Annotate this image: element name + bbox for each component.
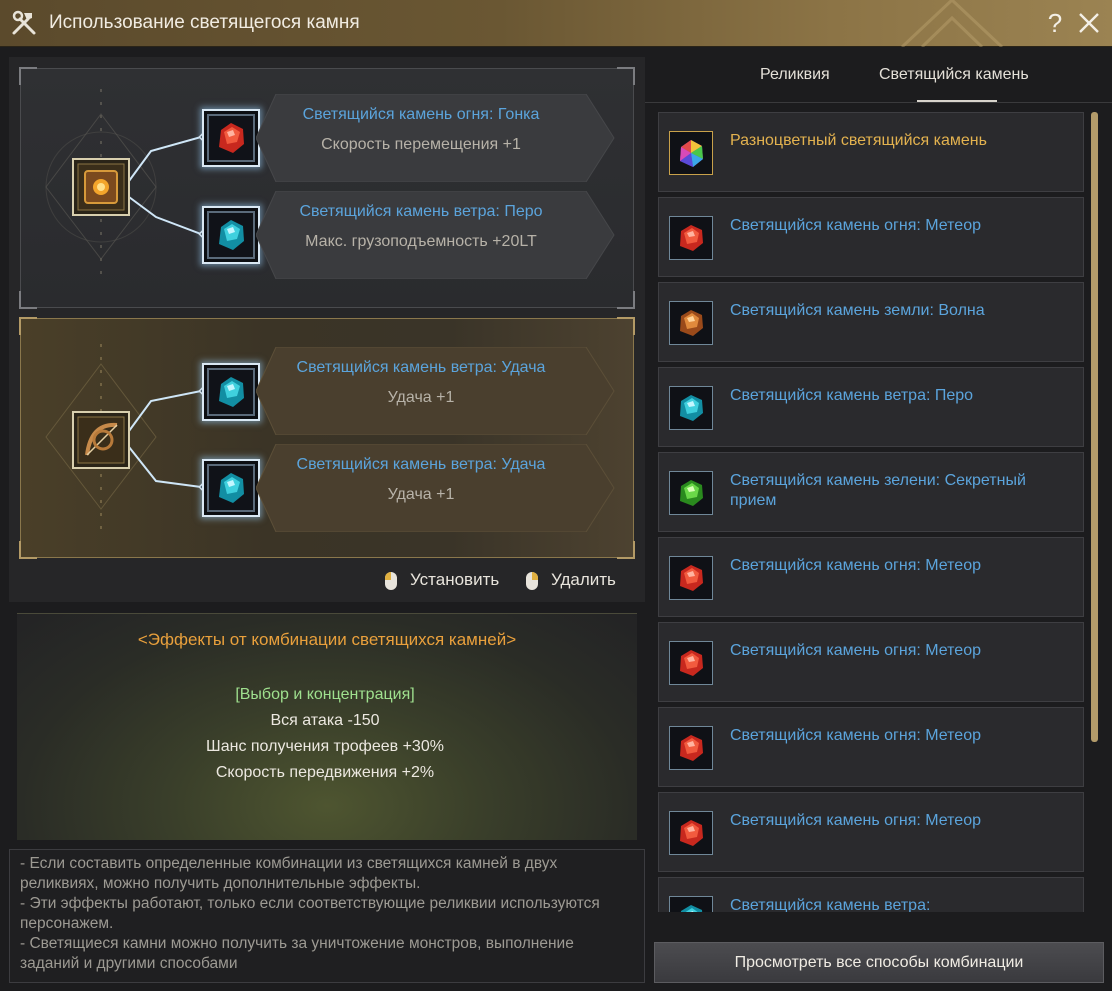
inventory-item[interactable]: Светящийся камень огня: Метеор [658,707,1084,787]
combo-name: [Выбор и концентрация] [235,686,415,703]
slot-gem-name: Светящийся камень ветра: Удача [296,359,546,376]
fire-gem-icon [680,820,703,846]
gem-icon-frame [669,471,713,515]
active-tab-indicator [917,100,997,102]
slot-gem-effect: Удача +1 [387,486,455,503]
inventory-item[interactable]: Разноцветный светящийся камень [658,112,1084,192]
gem-icon-frame [669,896,713,912]
golden-book-relic-icon [72,158,130,216]
slot-gem-effect: Макс. грузоподъемность +20LT [305,233,537,250]
relic-card-1: Светящийся камень огня: Гонка Скорость п… [19,67,635,309]
rainbow-gem-icon [680,140,703,167]
slot-info-2-2: Светящийся камень ветра: Удача Удача +1 [256,444,616,532]
install-action[interactable]: Установить [384,569,499,591]
gem-icon-frame [669,216,713,260]
green-gem-icon [680,480,703,506]
install-label: Установить [410,570,500,589]
inventory-item-name: Светящийся камень огня: Метеор [730,642,981,659]
close-icon[interactable] [1075,8,1103,38]
relic-connector-lines [45,344,212,534]
inventory-item[interactable]: Светящийся камень огня: Метеор [658,537,1084,617]
mouse-right-click-icon [526,571,538,590]
inventory-item-name: Светящийся камень огня: Метеор [730,557,981,574]
slot-info-2-1: Светящийся камень ветра: Удача Удача +1 [256,347,616,435]
inventory-item-name: Светящийся камень ветра: [730,897,931,912]
slot-info-1-1: Светящийся камень огня: Гонка Скорость п… [256,94,616,182]
view-all-combinations-button[interactable]: Просмотреть все способы комбинации [654,942,1104,983]
inventory-item-name: Разноцветный светящийся камень [730,132,987,149]
wind-gem-icon [219,473,244,503]
inventory-item-name: Светящийся камень огня: Метеор [730,812,981,829]
inventory-item[interactable]: Светящийся камень земли: Волна [658,282,1084,362]
remove-label: Удалить [551,570,616,589]
gem-slot-1-2[interactable] [202,206,260,264]
inventory-item[interactable]: Светящийся камень ветра: Перо [658,367,1084,447]
fire-gem-icon [680,565,703,591]
inventory-item-name: Светящийся камень ветра: Перо [730,387,974,404]
inventory-item[interactable]: Светящийся камень ветра: [658,877,1084,912]
fire-gem-icon [680,735,703,761]
tab-glowstone[interactable]: Светящийся камень [879,66,1029,84]
inventory-item[interactable]: Светящийся камень огня: Метеор [658,197,1084,277]
inventory-item-name: Светящийся камень зелени: Секретный прие… [730,472,1026,509]
wind-gem-icon [680,395,703,421]
combination-effects-panel: <Эффекты от комбинации светящихся камней… [17,613,637,840]
slot-gem-name: Светящийся камень ветра: Удача [296,456,546,473]
inventory-item[interactable]: Светящийся камень огня: Метеор [658,792,1084,872]
crossed-tools-icon [12,10,36,35]
wind-gem-icon [680,905,703,912]
slot-info-1-2: Светящийся камень ветра: Перо Макс. груз… [256,191,616,279]
list-scrollbar[interactable] [1091,112,1098,742]
note-line: - Если составить определенные комбинации… [20,855,558,892]
inventory-item-name: Светящийся камень земли: Волна [730,302,985,319]
window-title: Использование светящегося камня [49,12,360,33]
gem-slot-2-1[interactable] [202,363,260,421]
tab-relic[interactable]: Реликвия [760,66,830,84]
relic-connector-lines [45,89,212,284]
help-button[interactable]: ? [1043,8,1067,38]
glowstone-list: Разноцветный светящийся камень Светящийся… [658,112,1084,912]
mouse-left-click-icon [385,571,397,590]
fire-gem-icon [680,650,703,676]
fire-gem-icon [680,225,703,251]
gem-slot-1-1[interactable] [202,109,260,167]
title-bar-ornament [900,0,1004,47]
tab-bar: Реликвия Светящийся камень [645,48,1112,103]
wind-gem-icon [219,220,244,250]
gem-slot-2-2[interactable] [202,459,260,517]
gem-icon-frame [669,301,713,345]
gem-icon-frame [669,131,713,175]
bronze-bow-relic-icon [72,411,130,469]
gem-icon-frame [669,811,713,855]
gem-icon-frame [669,556,713,600]
effects-title: <Эффекты от комбинации светящихся камней… [137,630,517,649]
note-line: - Эти эффекты работают, только если соот… [20,895,600,932]
relic-panel: Светящийся камень огня: Гонка Скорость п… [9,57,645,602]
inventory-item-name: Светящийся камень огня: Метеор [730,217,981,234]
fire-gem-icon [219,123,244,153]
help-notes: - Если составить определенные комбинации… [9,849,645,983]
wind-gem-icon [219,377,244,407]
slot-gem-effect: Удача +1 [387,389,455,406]
relic-card-2: Светящийся камень ветра: Удача Удача +1 … [19,317,635,559]
note-line: - Светящиеся камни можно получить за уни… [20,935,574,972]
gem-icon-frame [669,726,713,770]
gem-icon-frame [669,641,713,685]
earth-gem-icon [680,310,703,336]
effect-line: Скорость передвижения +2% [215,764,435,781]
slot-gem-name: Светящийся камень огня: Гонка [302,106,540,123]
inventory-item[interactable]: Светящийся камень огня: Метеор [658,622,1084,702]
slot-gem-name: Светящийся камень ветра: Перо [299,203,543,220]
remove-action[interactable]: Удалить [525,569,616,591]
inventory-item-name: Светящийся камень огня: Метеор [730,727,981,744]
effect-line: Вся атака -150 [270,712,380,729]
slot-gem-effect: Скорость перемещения +1 [321,136,521,153]
title-bar: Использование светящегося камня ? [0,0,1112,47]
inventory-item[interactable]: Светящийся камень зелени: Секретный прие… [658,452,1084,532]
gem-icon-frame [669,386,713,430]
effect-line: Шанс получения трофеев +30% [206,738,444,755]
